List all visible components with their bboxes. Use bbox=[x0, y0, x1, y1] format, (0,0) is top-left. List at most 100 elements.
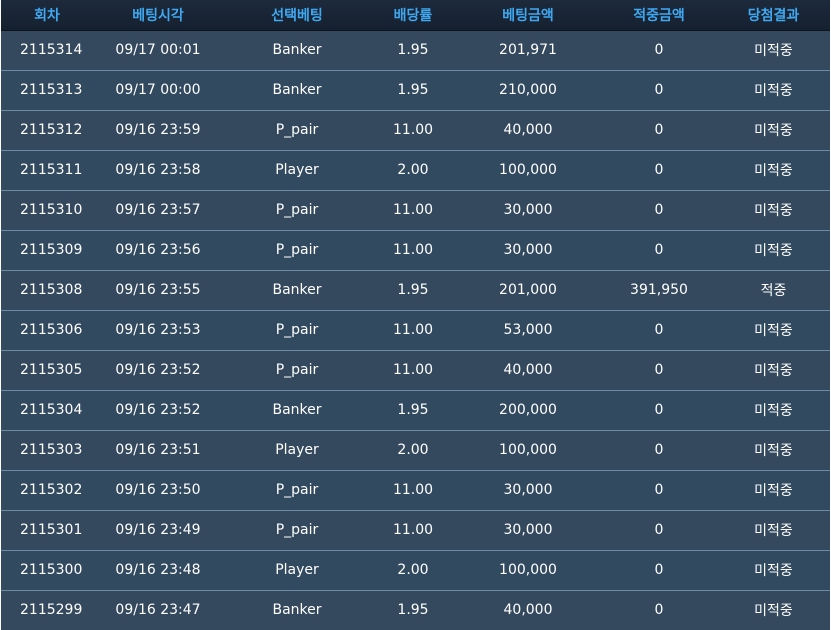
selected-bet-cell: Player bbox=[223, 549, 371, 590]
win-amount-cell: 391,950 bbox=[601, 269, 717, 310]
odds-cell: 2.00 bbox=[371, 429, 455, 470]
bet-time-cell: 09/16 23:47 bbox=[93, 589, 223, 630]
round-cell: 2115305 bbox=[1, 349, 93, 390]
table-row: 2115303 09/16 23:51 Player 2.00 100,000 0 미적중 bbox=[1, 429, 830, 470]
header-selected-bet: 선택베팅 bbox=[223, 0, 371, 31]
bet-amount-cell: 40,000 bbox=[455, 589, 601, 630]
bet-amount-cell: 201,971 bbox=[455, 29, 601, 70]
odds-cell: 2.00 bbox=[371, 549, 455, 590]
round-cell: 2115306 bbox=[1, 309, 93, 350]
header-result: 당첨결과 bbox=[717, 0, 830, 31]
odds-cell: 1.95 bbox=[371, 69, 455, 110]
table-row: 2115313 09/17 00:00 Banker 1.95 210,000 0 미적중 bbox=[1, 69, 830, 110]
result-cell: 미적중 bbox=[717, 309, 830, 350]
bet-amount-cell: 30,000 bbox=[455, 229, 601, 270]
odds-cell: 1.95 bbox=[371, 269, 455, 310]
bet-amount-cell: 201,000 bbox=[455, 269, 601, 310]
win-amount-cell: 0 bbox=[601, 589, 717, 630]
table-row: 2115300 09/16 23:48 Player 2.00 100,000 0 미적중 bbox=[1, 549, 830, 590]
bet-amount-cell: 40,000 bbox=[455, 349, 601, 390]
result-cell: 미적중 bbox=[717, 69, 830, 110]
selected-bet-cell: P_pair bbox=[223, 229, 371, 270]
win-amount-cell: 0 bbox=[601, 309, 717, 350]
table-body: 2115314 09/17 00:01 Banker 1.95 201,971 0 미적중 2… bbox=[1, 29, 830, 630]
selected-bet-cell: Banker bbox=[223, 69, 371, 110]
odds-cell: 1.95 bbox=[371, 389, 455, 430]
win-amount-cell: 0 bbox=[601, 549, 717, 590]
round-cell: 2115311 bbox=[1, 149, 93, 190]
round-cell: 2115302 bbox=[1, 469, 93, 510]
table-row: 2115299 09/16 23:47 Banker 1.95 40,000 0 미적중 bbox=[1, 589, 830, 630]
result-cell: 미적중 bbox=[717, 149, 830, 190]
selected-bet-cell: Player bbox=[223, 429, 371, 470]
odds-cell: 11.00 bbox=[371, 109, 455, 150]
bet-time-cell: 09/16 23:53 bbox=[93, 309, 223, 350]
round-cell: 2115300 bbox=[1, 549, 93, 590]
selected-bet-cell: Player bbox=[223, 149, 371, 190]
bet-time-cell: 09/17 00:01 bbox=[93, 29, 223, 70]
round-cell: 2115303 bbox=[1, 429, 93, 470]
result-cell: 미적중 bbox=[717, 229, 830, 270]
odds-cell: 11.00 bbox=[371, 309, 455, 350]
selected-bet-cell: P_pair bbox=[223, 189, 371, 230]
win-amount-cell: 0 bbox=[601, 349, 717, 390]
table-header: 회차 베팅시각 선택베팅 배당률 베팅금액 적중금액 당첨결과 bbox=[1, 0, 830, 31]
odds-cell: 1.95 bbox=[371, 589, 455, 630]
bet-time-cell: 09/16 23:56 bbox=[93, 229, 223, 270]
bet-amount-cell: 30,000 bbox=[455, 189, 601, 230]
win-amount-cell: 0 bbox=[601, 149, 717, 190]
round-cell: 2115308 bbox=[1, 269, 93, 310]
table-row: 2115310 09/16 23:57 P_pair 11.00 30,000 0 미적중 bbox=[1, 189, 830, 230]
win-amount-cell: 0 bbox=[601, 509, 717, 550]
bet-time-cell: 09/16 23:52 bbox=[93, 389, 223, 430]
odds-cell: 11.00 bbox=[371, 349, 455, 390]
selected-bet-cell: P_pair bbox=[223, 469, 371, 510]
bet-time-cell: 09/17 00:00 bbox=[93, 69, 223, 110]
result-cell: 미적중 bbox=[717, 109, 830, 150]
table-row: 2115308 09/16 23:55 Banker 1.95 201,000 391,9… bbox=[1, 269, 830, 310]
table-row: 2115301 09/16 23:49 P_pair 11.00 30,000 0 미적중 bbox=[1, 509, 830, 550]
bet-time-cell: 09/16 23:57 bbox=[93, 189, 223, 230]
bet-time-cell: 09/16 23:51 bbox=[93, 429, 223, 470]
selected-bet-cell: P_pair bbox=[223, 509, 371, 550]
selected-bet-cell: Banker bbox=[223, 29, 371, 70]
result-cell: 미적중 bbox=[717, 29, 830, 70]
bet-time-cell: 09/16 23:49 bbox=[93, 509, 223, 550]
round-cell: 2115309 bbox=[1, 229, 93, 270]
bet-amount-cell: 30,000 bbox=[455, 469, 601, 510]
win-amount-cell: 0 bbox=[601, 429, 717, 470]
bet-amount-cell: 100,000 bbox=[455, 149, 601, 190]
win-amount-cell: 0 bbox=[601, 109, 717, 150]
header-round: 회차 bbox=[1, 0, 93, 31]
odds-cell: 11.00 bbox=[371, 229, 455, 270]
round-cell: 2115304 bbox=[1, 389, 93, 430]
header-bet-time: 베팅시각 bbox=[93, 0, 223, 31]
round-cell: 2115299 bbox=[1, 589, 93, 630]
round-cell: 2115301 bbox=[1, 509, 93, 550]
round-cell: 2115314 bbox=[1, 29, 93, 70]
result-cell: 미적중 bbox=[717, 349, 830, 390]
bet-history-table: 회차 베팅시각 선택베팅 배당률 베팅금액 적중금액 당첨결과 2115314 0… bbox=[1, 0, 830, 630]
selected-bet-cell: P_pair bbox=[223, 349, 371, 390]
bet-amount-cell: 30,000 bbox=[455, 509, 601, 550]
result-cell: 적중 bbox=[717, 269, 830, 310]
odds-cell: 11.00 bbox=[371, 469, 455, 510]
header-win-amount: 적중금액 bbox=[601, 0, 717, 31]
odds-cell: 2.00 bbox=[371, 149, 455, 190]
bet-amount-cell: 53,000 bbox=[455, 309, 601, 350]
table-row: 2115306 09/16 23:53 P_pair 11.00 53,000 0 미적중 bbox=[1, 309, 830, 350]
bet-time-cell: 09/16 23:55 bbox=[93, 269, 223, 310]
selected-bet-cell: Banker bbox=[223, 389, 371, 430]
selected-bet-cell: P_pair bbox=[223, 109, 371, 150]
result-cell: 미적중 bbox=[717, 429, 830, 470]
bet-time-cell: 09/16 23:58 bbox=[93, 149, 223, 190]
selected-bet-cell: P_pair bbox=[223, 309, 371, 350]
round-cell: 2115313 bbox=[1, 69, 93, 110]
header-odds: 배당률 bbox=[371, 0, 455, 31]
win-amount-cell: 0 bbox=[601, 189, 717, 230]
result-cell: 미적중 bbox=[717, 469, 830, 510]
bet-amount-cell: 40,000 bbox=[455, 109, 601, 150]
table-row: 2115314 09/17 00:01 Banker 1.95 201,971 0 미적중 bbox=[1, 29, 830, 70]
odds-cell: 1.95 bbox=[371, 29, 455, 70]
bet-amount-cell: 200,000 bbox=[455, 389, 601, 430]
